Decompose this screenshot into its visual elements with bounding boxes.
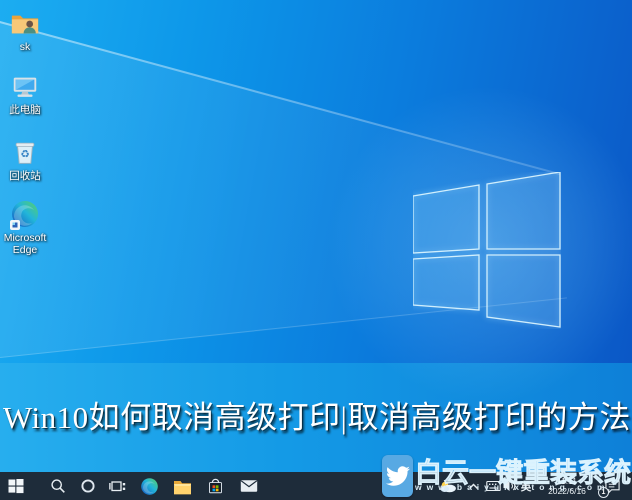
- svg-text:♻: ♻: [20, 150, 29, 161]
- file-explorer-icon: [173, 480, 191, 494]
- tray-hidden-icons[interactable]: [465, 472, 481, 500]
- tray-notifications[interactable]: 1: [598, 472, 623, 500]
- desktop-icon-label: Microsoft Edge: [3, 232, 47, 256]
- volume-icon: [503, 481, 516, 491]
- microsoft-store-button[interactable]: [204, 472, 226, 500]
- tray-clock[interactable]: 11:11 2022/6/16: [540, 472, 594, 500]
- search-button[interactable]: [47, 472, 69, 500]
- cortana-icon: [81, 479, 95, 493]
- windows-logo-icon: [413, 172, 561, 328]
- cortana-button[interactable]: [77, 472, 99, 500]
- desktop-icon-this-pc[interactable]: 此电脑: [1, 71, 49, 116]
- clock-time: 11:11: [556, 476, 577, 486]
- edge-icon: [9, 199, 41, 231]
- tray-ime-indicator[interactable]: 英: [518, 472, 534, 500]
- task-view-button[interactable]: [106, 472, 128, 500]
- microsoft-store-icon: [208, 478, 222, 493]
- taskbar-edge-button[interactable]: [138, 472, 160, 500]
- start-button[interactable]: [5, 472, 27, 500]
- desktop-icon-label: 此电脑: [9, 104, 41, 116]
- edge-icon: [140, 477, 158, 495]
- taskbar: 英 11:11 2022/6/16 1: [0, 472, 632, 500]
- windows-start-icon: [8, 479, 24, 494]
- notification-badge: 1: [598, 487, 609, 498]
- desktop-icon-label: 回收站: [9, 170, 41, 182]
- touch-keyboard-icon: [485, 480, 501, 492]
- chevron-up-icon: [468, 482, 478, 489]
- weather-icon: [440, 481, 456, 492]
- tray-volume[interactable]: [502, 472, 518, 500]
- desktop: sk 此电脑 ♻ 回收站 Microsoft Edge Win10如何取消高级打…: [0, 0, 632, 500]
- tray-touch-keyboard[interactable]: [484, 472, 502, 500]
- desktop-icon-edge[interactable]: Microsoft Edge: [1, 199, 49, 256]
- desktop-icon-sk[interactable]: sk: [1, 8, 49, 53]
- this-pc-icon: [9, 71, 41, 103]
- desktop-icon-label: sk: [19, 41, 31, 53]
- user-folder-icon: [9, 8, 41, 40]
- recycle-bin-icon: ♻: [9, 137, 41, 169]
- page-title: Win10如何取消高级打印|取消高级打印的方法: [3, 400, 631, 435]
- mail-icon: [240, 480, 258, 492]
- tray-weather[interactable]: [438, 472, 458, 500]
- search-icon: [51, 479, 65, 493]
- task-view-icon: [108, 481, 125, 492]
- clock-date: 2022/6/16: [548, 486, 586, 496]
- desktop-icon-recycle-bin[interactable]: ♻ 回收站: [1, 137, 49, 182]
- file-explorer-button[interactable]: [171, 472, 193, 500]
- mail-button[interactable]: [238, 472, 260, 500]
